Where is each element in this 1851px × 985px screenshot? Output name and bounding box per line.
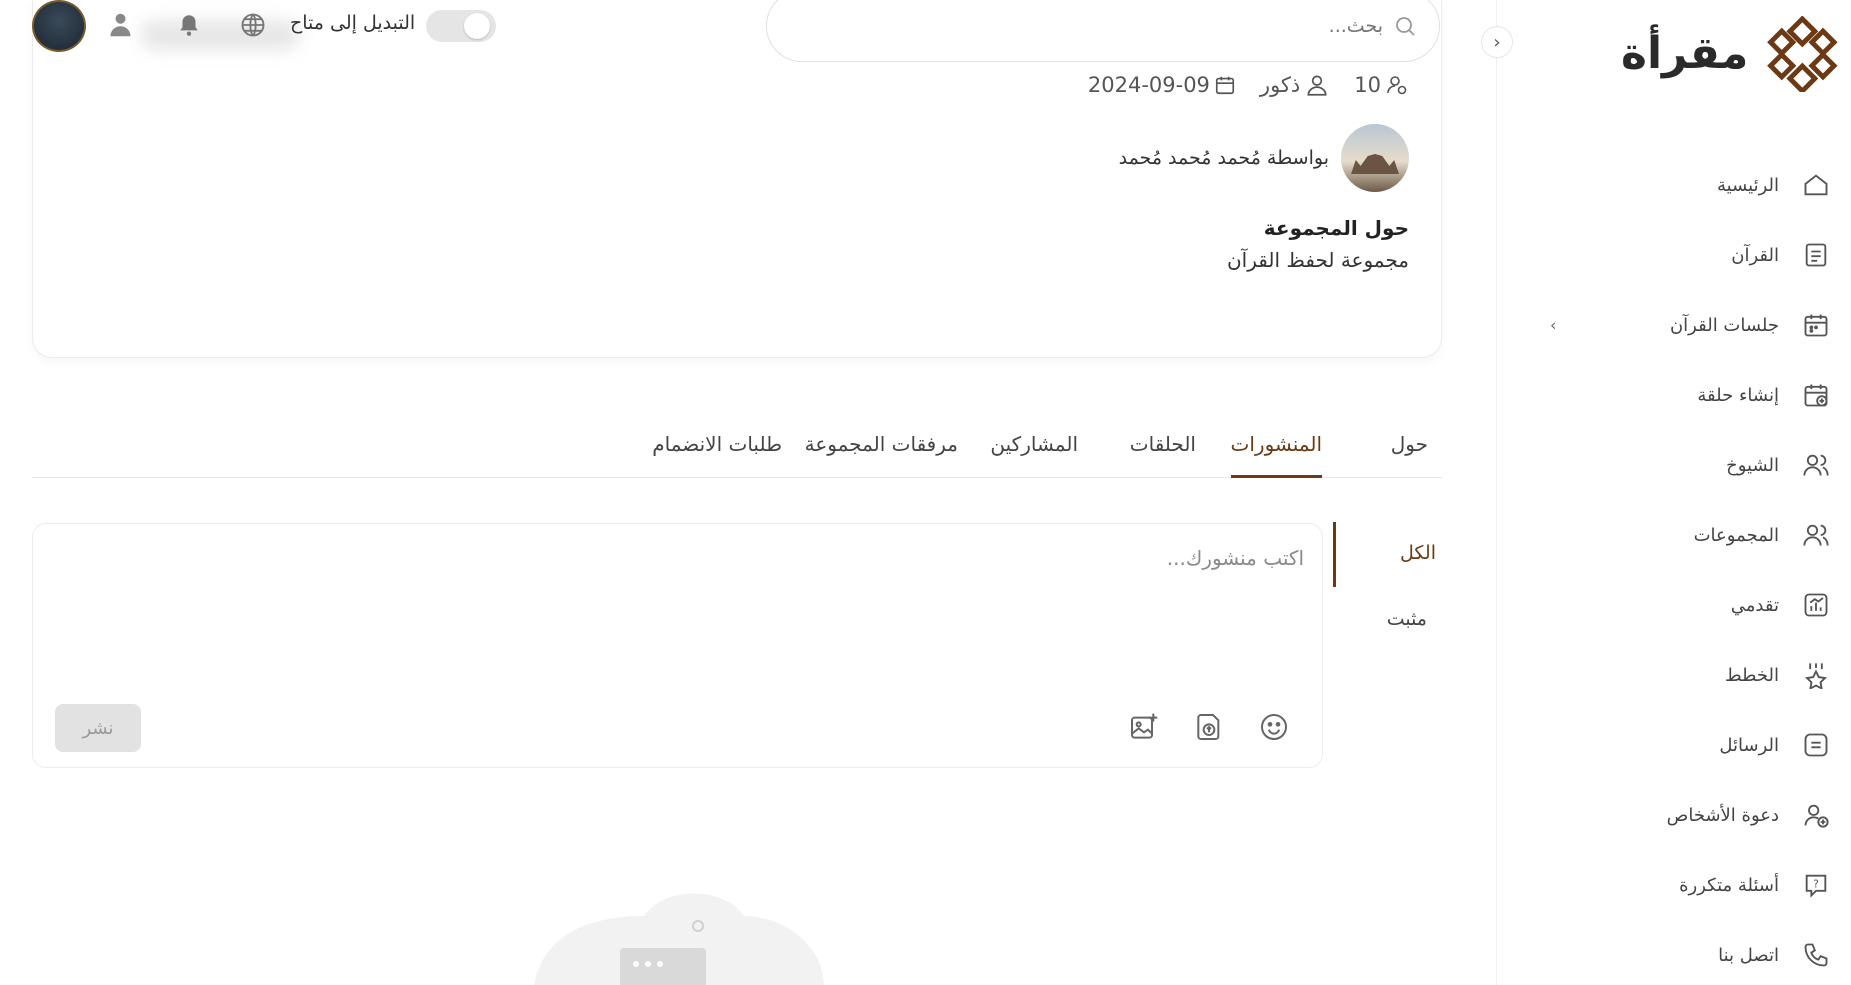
sidebar-item-invite[interactable]: دعوة الأشخاص xyxy=(1496,780,1851,850)
globe-icon[interactable] xyxy=(238,10,268,40)
sidebar-item-quran-sessions[interactable]: ‹ جلسات القرآن xyxy=(1496,290,1851,360)
sidebar-item-faq[interactable]: أسئلة متكررة ? xyxy=(1496,850,1851,920)
blurred-username xyxy=(140,20,300,50)
tab-join-requests[interactable]: طلبات الانضمام xyxy=(652,432,782,456)
sidebar-item-label: الرئيسية xyxy=(1717,174,1779,196)
book-icon xyxy=(1801,240,1831,270)
availability-label: التبديل إلى متاح xyxy=(290,12,416,34)
sidebar-nav: الرئيسية القرآن ‹ جلسات القرآن إنشاء حلق… xyxy=(1496,150,1851,985)
add-image-icon[interactable] xyxy=(1127,710,1161,744)
tab-participants[interactable]: المشاركين xyxy=(990,432,1078,456)
members-icon xyxy=(1387,76,1407,95)
star-badge-icon xyxy=(1801,660,1831,690)
filter-active-indicator xyxy=(1333,522,1336,587)
availability-toggle[interactable] xyxy=(426,10,496,42)
top-header: التبديل إلى متاح xyxy=(0,0,1496,62)
svg-text:?: ? xyxy=(1813,878,1819,890)
calendar-add-icon xyxy=(1801,380,1831,410)
calendar-icon xyxy=(1215,76,1234,95)
tab-posts[interactable]: المنشورات xyxy=(1230,432,1323,478)
invite-user-icon xyxy=(1801,800,1831,830)
brand-name: مقرأة xyxy=(1621,28,1749,79)
user-icon xyxy=(1307,75,1327,96)
sidebar-item-label: الشيوخ xyxy=(1726,454,1779,476)
contacts-icon[interactable] xyxy=(108,10,138,40)
sidebar-item-progress[interactable]: تقدمي xyxy=(1496,570,1851,640)
post-input[interactable] xyxy=(304,546,1304,646)
filter-pinned[interactable]: مثبت xyxy=(1387,608,1427,630)
home-icon xyxy=(1801,170,1831,200)
owner-avatar[interactable] xyxy=(1341,124,1409,192)
logo[interactable]: مقرأة xyxy=(1621,14,1841,94)
upload-file-icon[interactable] xyxy=(1192,710,1226,744)
sidebar-item-label: تقدمي xyxy=(1730,594,1779,616)
groups-icon xyxy=(1801,520,1831,550)
sidebar-item-label: المجموعات xyxy=(1693,524,1779,546)
sidebar-item-home[interactable]: الرئيسية xyxy=(1496,150,1851,220)
post-composer: نشر xyxy=(32,523,1323,768)
group-gender: ذكور xyxy=(1260,72,1330,98)
about-title: حول المجموعة xyxy=(1263,216,1409,240)
people-icon xyxy=(1801,450,1831,480)
about-description: مجموعة لحفظ القرآن xyxy=(1226,248,1409,272)
sidebar-item-label: أسئلة متكررة xyxy=(1679,874,1779,896)
sidebar-item-label: الرسائل xyxy=(1719,734,1779,756)
tab-attachments[interactable]: مرفقات المجموعة xyxy=(805,432,958,456)
calendar-icon xyxy=(1801,310,1831,340)
group-meta: 10 ذكور 2024-09-09 xyxy=(1088,72,1409,98)
sidebar-item-label: إنشاء حلقة xyxy=(1697,384,1779,406)
publish-button[interactable]: نشر xyxy=(55,704,141,752)
sidebar-item-messages[interactable]: الرسائل xyxy=(1496,710,1851,780)
sidebar-item-label: دعوة الأشخاص xyxy=(1666,804,1779,826)
emoji-icon[interactable] xyxy=(1257,710,1291,744)
sidebar-item-plans[interactable]: الخطط xyxy=(1496,640,1851,710)
sidebar-item-contact[interactable]: اتصل بنا xyxy=(1496,920,1851,985)
message-icon xyxy=(1801,730,1831,760)
members-count: 10 xyxy=(1354,73,1409,97)
owner-name[interactable]: بواسطة مُحمد مُحمد مُحمد xyxy=(1119,147,1329,169)
search-input[interactable] xyxy=(983,15,1383,37)
tab-about[interactable]: حول xyxy=(1391,432,1428,456)
sidebar: مقرأة ‹ › الرئيسية القرآن xyxy=(1481,0,1851,985)
sidebar-item-sheikhs[interactable]: الشيوخ xyxy=(1496,430,1851,500)
chevron-left-icon[interactable]: ‹ xyxy=(1550,316,1556,335)
bell-icon[interactable] xyxy=(174,10,204,40)
sidebar-item-label: اتصل بنا xyxy=(1718,944,1779,966)
sidebar-item-label: القرآن xyxy=(1731,244,1779,266)
logo-icon xyxy=(1767,16,1838,92)
sidebar-item-create-circle[interactable]: إنشاء حلقة xyxy=(1496,360,1851,430)
toggle-knob xyxy=(464,13,490,39)
tab-circles[interactable]: الحلقات xyxy=(1130,432,1196,456)
group-owner[interactable]: بواسطة مُحمد مُحمد مُحمد xyxy=(1119,124,1409,192)
progress-chart-icon xyxy=(1801,590,1831,620)
phone-icon xyxy=(1801,940,1831,970)
sidebar-item-label: الخطط xyxy=(1725,664,1779,686)
group-tabs: حول المنشورات الحلقات المشاركين مرفقات ا… xyxy=(32,420,1442,478)
search-box[interactable] xyxy=(766,0,1440,62)
search-icon xyxy=(1396,17,1415,36)
filter-all[interactable]: الكل xyxy=(1400,542,1436,564)
group-created-date: 2024-09-09 xyxy=(1088,73,1236,97)
user-avatar[interactable] xyxy=(32,0,86,52)
sidebar-item-quran[interactable]: القرآن xyxy=(1496,220,1851,290)
sidebar-item-groups[interactable]: المجموعات xyxy=(1496,500,1851,570)
faq-icon: ? xyxy=(1801,870,1831,900)
empty-state-illustration xyxy=(534,893,824,985)
sidebar-item-label: جلسات القرآن xyxy=(1669,314,1779,336)
